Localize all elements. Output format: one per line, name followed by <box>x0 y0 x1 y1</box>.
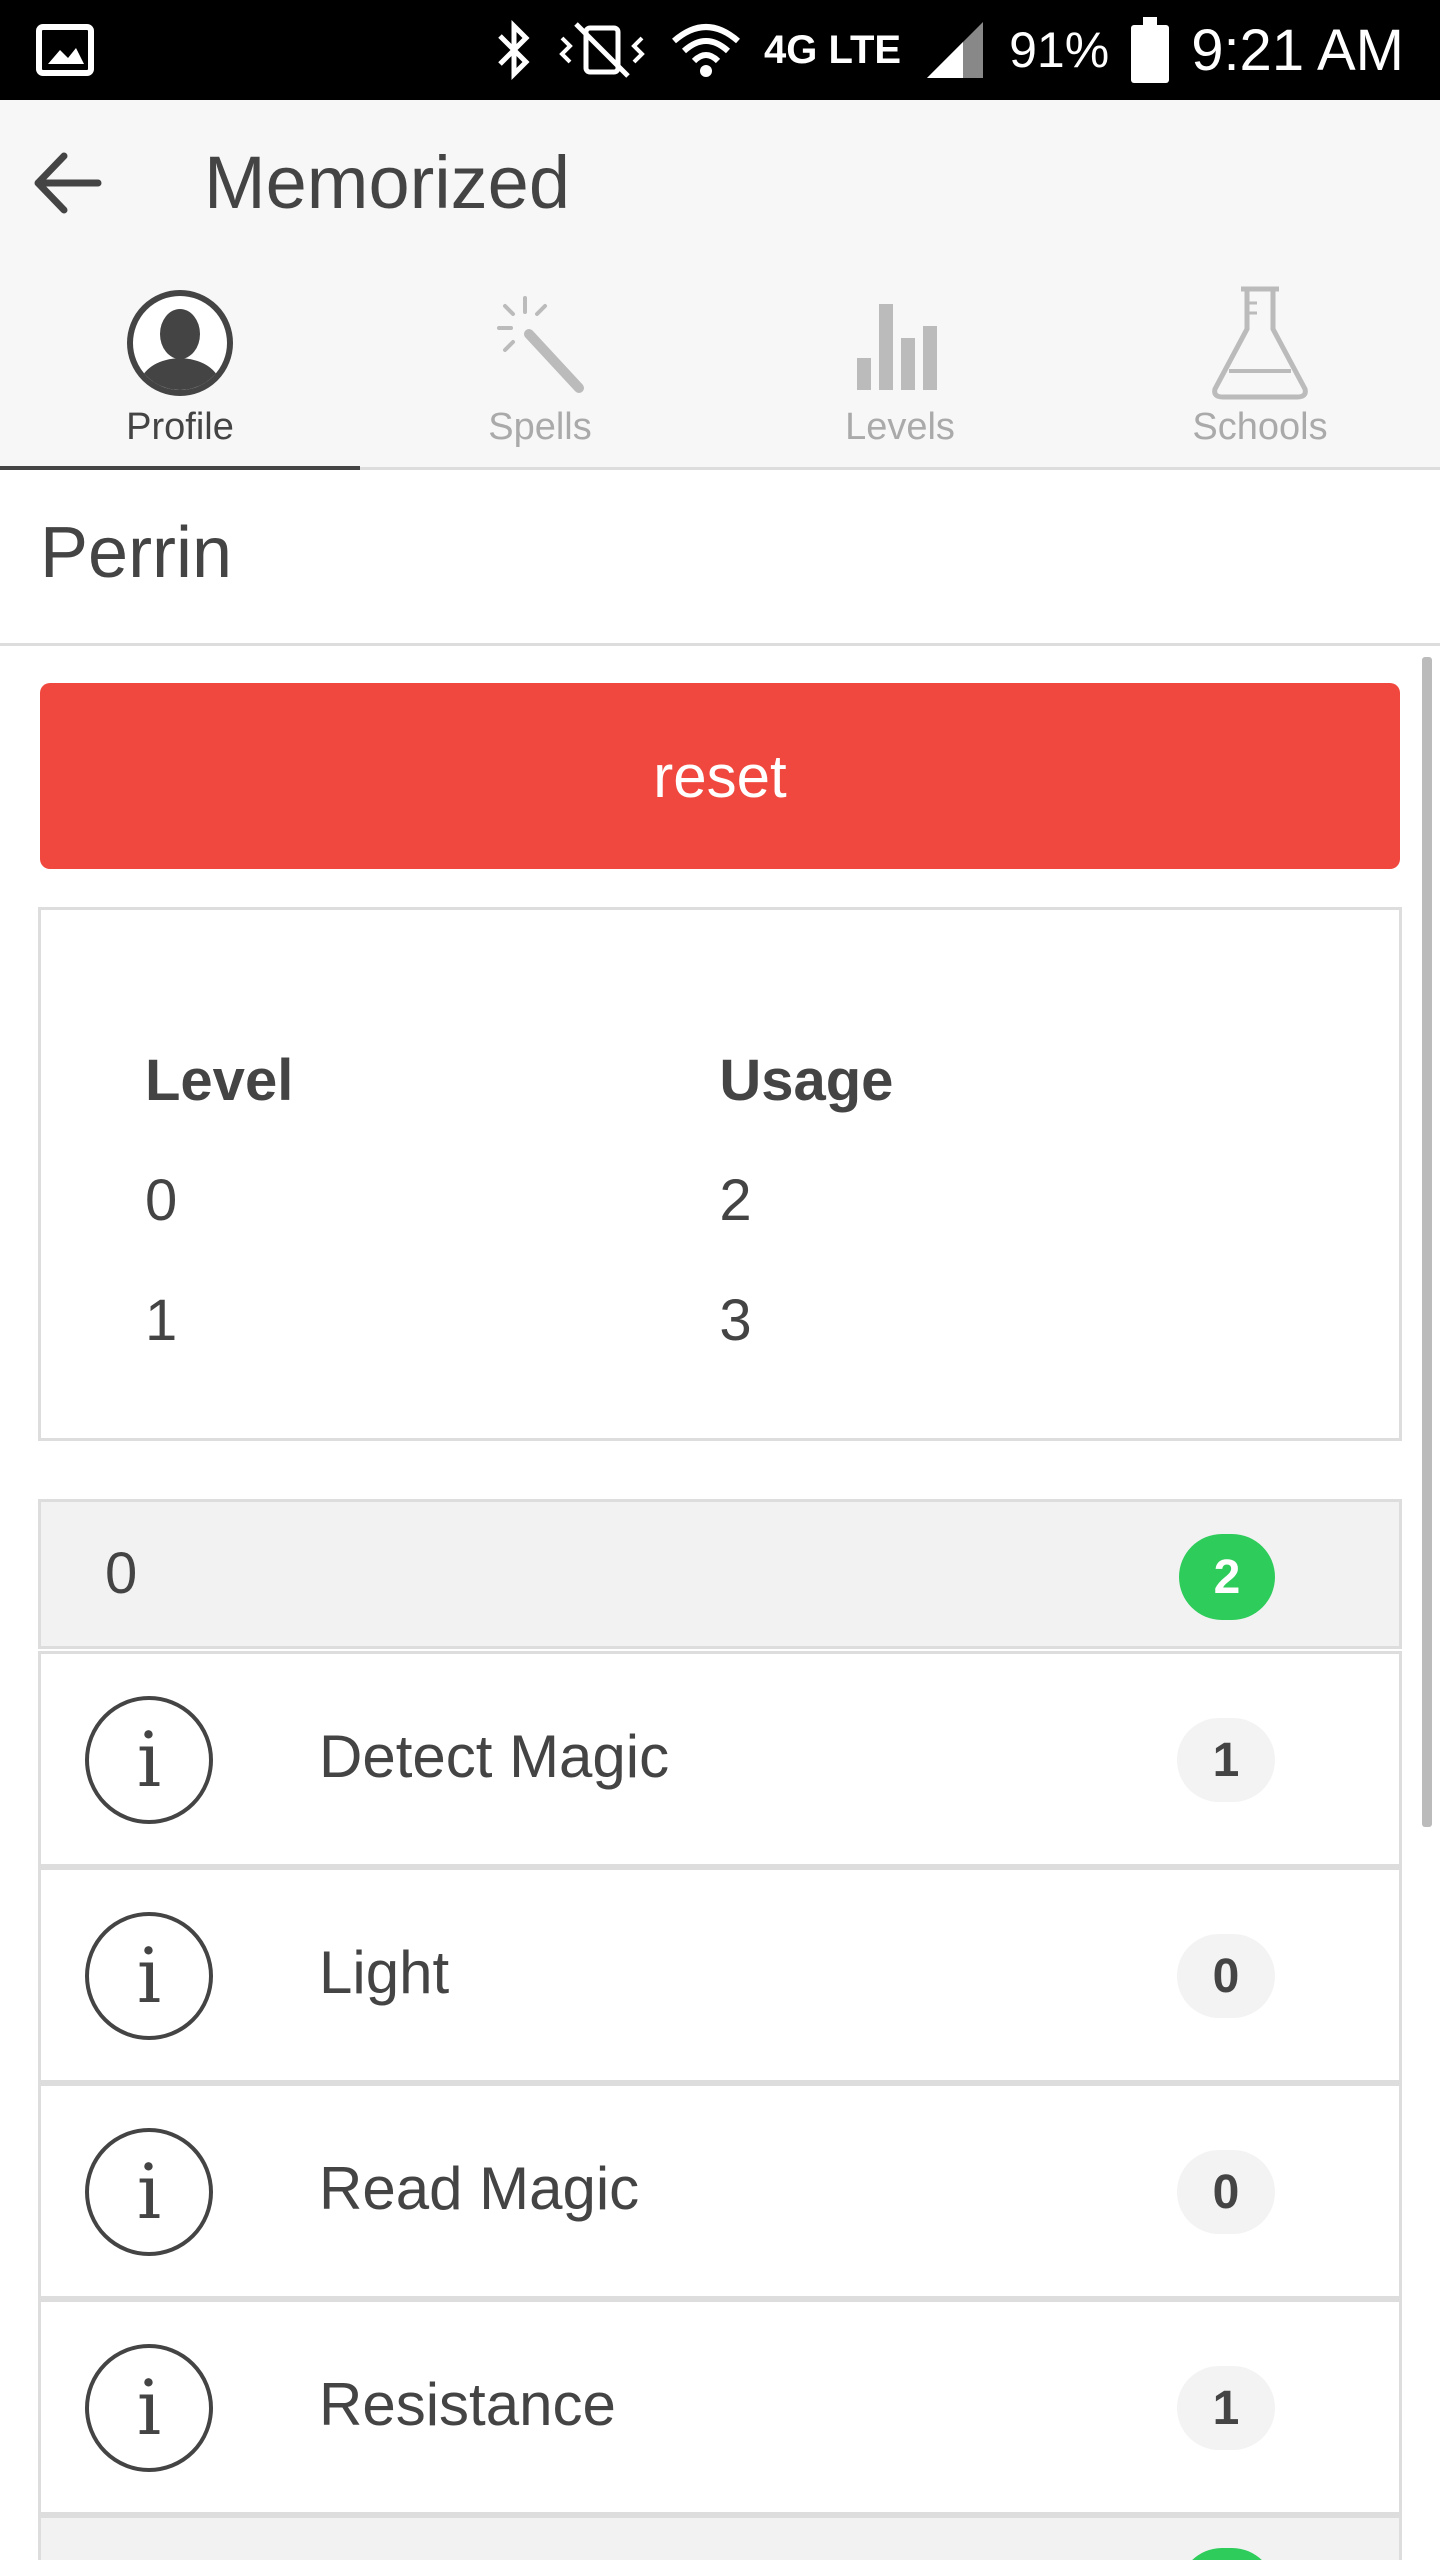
spell-name: Detect Magic <box>319 1723 670 1790</box>
clock: 9:21 AM <box>1191 17 1404 83</box>
spell-count-badge: 0 <box>1177 1934 1275 2018</box>
spell-count-badge: 0 <box>1177 2150 1275 2234</box>
battery-percent: 91% <box>1009 22 1110 78</box>
tab-spells-label: Spells <box>488 406 592 448</box>
level-count-badge: 2 <box>1179 1534 1275 1620</box>
info-icon[interactable]: i <box>83 1910 215 2042</box>
usage-table-header-row: Level Usage <box>145 1020 1295 1140</box>
level-group-header[interactable]: 0 2 <box>38 1499 1402 1649</box>
tab-levels[interactable]: Levels <box>720 270 1080 470</box>
usage-table: Level Usage 0 2 1 3 <box>145 1020 1295 1380</box>
tab-spells[interactable]: Spells <box>360 270 720 470</box>
info-icon[interactable]: i <box>83 2342 215 2474</box>
status-bar: 4G LTE 91% 9:21 AM <box>0 0 1440 100</box>
page-title: Memorized <box>204 141 570 224</box>
vibrate-mute-icon <box>559 22 645 78</box>
network-type: 4G LTE <box>764 27 902 72</box>
flask-icon <box>1205 286 1315 400</box>
level-column-header: Level <box>145 1047 294 1113</box>
magic-wand-icon <box>485 288 595 398</box>
table-row: 1 3 <box>145 1260 1295 1380</box>
content-scroll-area[interactable]: reset Level Usage 0 2 1 3 0 2 i Detect M… <box>0 649 1440 2560</box>
spell-name: Light <box>319 1939 450 2006</box>
scrollbar[interactable] <box>1422 657 1432 1827</box>
spell-name: Resistance <box>319 2371 616 2438</box>
spell-count-badge: 1 <box>1177 1718 1275 1802</box>
usage-column-header: Usage <box>719 1047 894 1113</box>
wifi-icon <box>672 24 741 77</box>
list-item[interactable]: i Resistance 1 <box>38 2299 1402 2515</box>
bar-chart-icon <box>845 288 955 398</box>
spell-name: Read Magic <box>319 2155 640 2222</box>
info-icon[interactable]: i <box>83 2126 215 2258</box>
app-bar: Memorized Profile Spells Levels Schools <box>0 100 1440 473</box>
list-item[interactable]: i Detect Magic 1 <box>38 1651 1402 1867</box>
level-count-badge <box>1179 2548 1275 2560</box>
tab-schools-label: Schools <box>1192 406 1328 448</box>
table-row: 0 2 <box>145 1140 1295 1260</box>
battery-icon <box>1131 17 1170 83</box>
usage-card: Level Usage 0 2 1 3 <box>38 907 1402 1441</box>
gallery-notification-icon <box>36 24 94 76</box>
svg-text:i: i <box>137 2363 161 2452</box>
bluetooth-icon <box>498 19 530 81</box>
level-cell: 0 <box>145 1167 178 1233</box>
list-item[interactable]: i Read Magic 0 <box>38 2083 1402 2299</box>
svg-text:i: i <box>137 1931 161 2020</box>
tab-levels-label: Levels <box>845 406 955 448</box>
usage-cell: 2 <box>719 1167 752 1233</box>
spell-list: i Detect Magic 1 i Light 0 i Read Magic … <box>38 1651 1402 2560</box>
tab-profile-label: Profile <box>126 406 234 448</box>
spell-count-badge: 1 <box>1177 2366 1275 2450</box>
svg-text:i: i <box>137 2147 161 2236</box>
tab-bar: Profile Spells Levels Schools <box>0 270 1440 473</box>
svg-text:i: i <box>137 1715 161 1804</box>
level-group-label: 0 <box>105 1541 138 1606</box>
tab-profile[interactable]: Profile <box>0 270 360 473</box>
info-icon[interactable]: i <box>83 1694 215 1826</box>
person-icon <box>125 288 235 398</box>
tab-schools[interactable]: Schools <box>1080 270 1440 470</box>
level-cell: 1 <box>145 1287 178 1353</box>
profile-name: Perrin <box>40 513 233 593</box>
profile-name-header: Perrin <box>0 470 1440 646</box>
usage-cell: 3 <box>719 1287 752 1353</box>
reset-button[interactable]: reset <box>40 683 1400 869</box>
list-item[interactable]: i Light 0 <box>38 1867 1402 2083</box>
back-button[interactable] <box>22 138 112 228</box>
arrow-back-icon <box>34 152 102 214</box>
signal-icon <box>927 22 984 78</box>
level-group-header-partial[interactable] <box>38 2515 1402 2560</box>
